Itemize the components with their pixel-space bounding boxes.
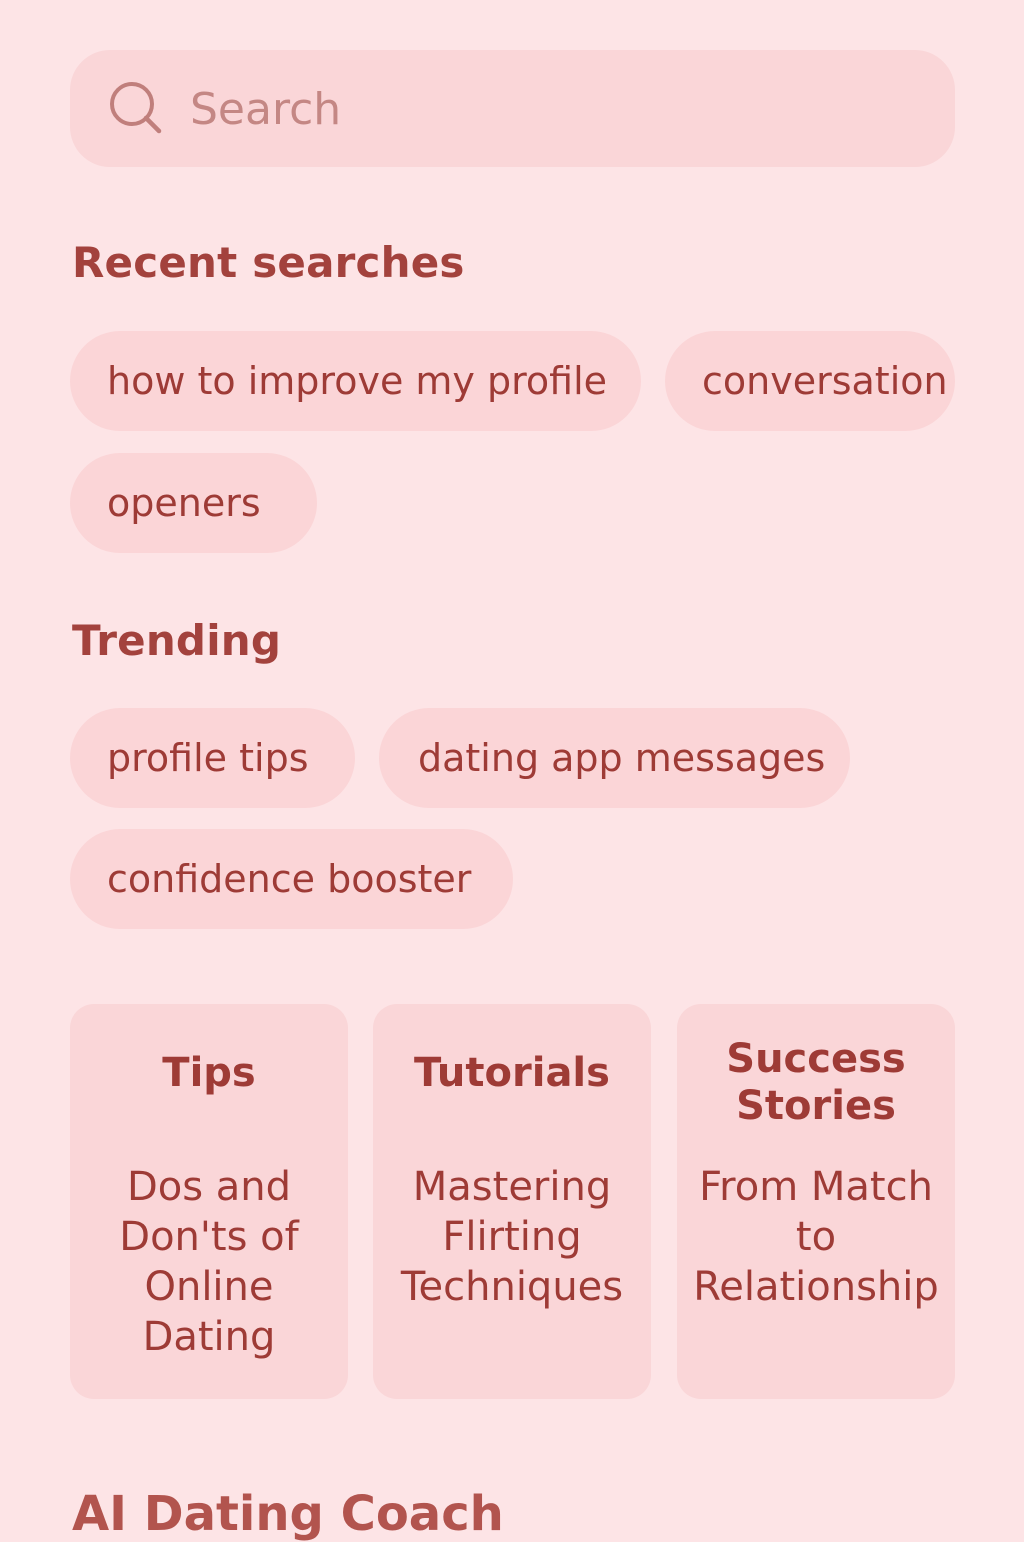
card-heading: Success Stories — [726, 1036, 906, 1129]
card-success-stories[interactable]: Success Stories From Match to Relationsh… — [677, 1004, 955, 1399]
card-tutorials[interactable]: Tutorials Mastering Flirting Techniques — [373, 1004, 651, 1399]
footer-title: AI Dating Coach — [72, 1486, 504, 1542]
card-body: Mastering Flirting Techniques — [400, 1164, 624, 1310]
recent-search-chip[interactable]: openers — [70, 453, 317, 553]
recent-search-chip[interactable]: how to improve my profile — [70, 331, 641, 431]
card-heading: Tips — [162, 1050, 256, 1096]
search-icon — [110, 82, 162, 134]
trending-chip[interactable]: profile tips — [70, 708, 355, 808]
recent-search-chip[interactable]: conversation — [665, 331, 955, 431]
chip-label: openers — [107, 481, 261, 525]
card-heading: Tutorials — [414, 1050, 610, 1096]
chip-label: how to improve my profile — [107, 359, 608, 403]
recent-searches-heading: Recent searches — [72, 238, 465, 287]
trending-heading: Trending — [72, 616, 282, 665]
search-input[interactable] — [190, 76, 890, 142]
chip-label: conversation — [702, 359, 948, 403]
card-body: From Match to Relationship — [693, 1164, 939, 1310]
chip-label: profile tips — [107, 736, 309, 780]
chip-label: confidence booster — [107, 857, 472, 901]
chip-label: dating app messages — [418, 736, 826, 780]
card-tips[interactable]: Tips Dos and Don'ts of Online Dating — [70, 1004, 348, 1399]
trending-chip[interactable]: confidence booster — [70, 829, 513, 929]
card-body: Dos and Don'ts of Online Dating — [119, 1164, 299, 1360]
trending-chip[interactable]: dating app messages — [379, 708, 850, 808]
